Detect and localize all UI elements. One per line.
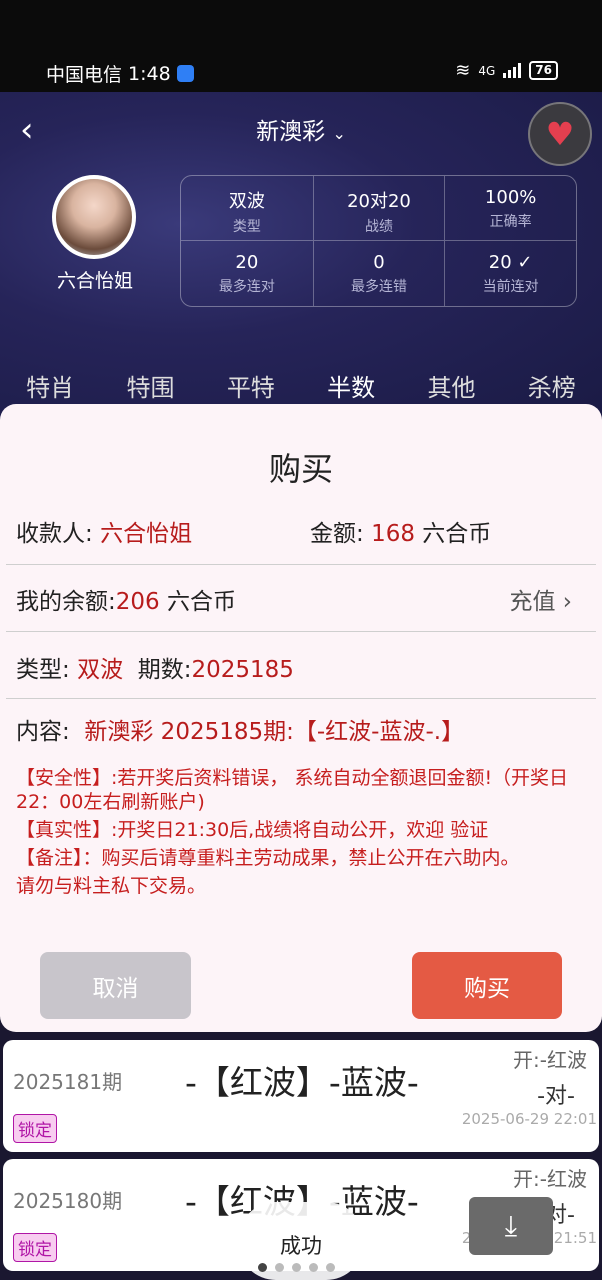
stat-record: 20对20 战绩 bbox=[312, 176, 445, 241]
category-tabs: 特肖 特围 平特 半数 其他 杀榜 bbox=[0, 368, 602, 403]
status-bar: 中国电信 1:48 ≋ 4G 76 bbox=[0, 0, 602, 92]
chevron-down-icon: ⌄ bbox=[332, 124, 346, 143]
heart-icon[interactable]: ♥ bbox=[528, 102, 592, 166]
dialog-title: 购买 bbox=[268, 450, 333, 488]
tab-1[interactable]: 特围 bbox=[126, 368, 174, 403]
payee-name: 六合怡姐 bbox=[100, 521, 193, 547]
stat-type: 双波 类型 bbox=[181, 176, 313, 241]
stat-max-win-streak: 20 最多连对 bbox=[218, 252, 275, 295]
author-name: 六合怡姐 bbox=[56, 270, 133, 292]
stats-grid: 双波 类型 20对20 战绩 100% 正确率 20 最多连对 0 最多连错 20 ✓ 当前… bbox=[180, 175, 577, 307]
tab-3[interactable]: 半数 bbox=[327, 368, 375, 403]
notice-text: 【安全性】:若开奖后资料错误， 系统自动全额退回金额!（开奖日22：00左右刷新… bbox=[16, 767, 569, 897]
buy-button[interactable]: 购买 bbox=[412, 952, 562, 1019]
tab-0[interactable]: 特肖 bbox=[26, 368, 74, 403]
lock-badge: 锁定 bbox=[13, 1114, 57, 1143]
lock-badge: 锁定 bbox=[13, 1233, 57, 1262]
tab-5[interactable]: 杀榜 bbox=[528, 368, 576, 403]
wifi-icon: ≋ bbox=[455, 60, 471, 81]
clock: 1:48 bbox=[128, 62, 171, 85]
amount-value: 168 bbox=[371, 521, 415, 547]
download-icon[interactable]: ⤓ bbox=[469, 1197, 553, 1255]
carrier-name: 中国电信 bbox=[46, 64, 123, 86]
status-right: ≋ 4G 76 bbox=[455, 60, 558, 81]
balance-row: 我的余额:206 六合币 bbox=[16, 589, 236, 615]
divider bbox=[6, 698, 596, 699]
divider bbox=[6, 631, 596, 632]
recharge-link[interactable]: 充值 › bbox=[509, 582, 572, 616]
list-item[interactable]: 2025181期 -【红波】-蓝波- 开:-红波 -对- 2025-06-29 … bbox=[3, 1040, 599, 1152]
type-row: 类型: 双波 期数:2025185 bbox=[16, 657, 294, 683]
shield-icon bbox=[176, 65, 194, 82]
chevron-right-icon: › bbox=[562, 589, 572, 615]
cancel-button[interactable]: 取消 bbox=[40, 952, 191, 1019]
amount-row: 金额: 168 六合币 bbox=[310, 521, 492, 547]
content-row: 内容: 新澳彩 2025185期:【-红波-蓝波-.】 bbox=[16, 719, 465, 745]
network-type: 4G bbox=[478, 63, 496, 78]
page-dots bbox=[258, 1263, 335, 1272]
payee-row: 收款人: 六合怡姐 bbox=[16, 521, 193, 547]
page-title[interactable]: 新澳彩 ⌄ bbox=[0, 112, 602, 146]
balance-value: 206 bbox=[115, 589, 160, 615]
status-left: 中国电信 1:48 bbox=[46, 60, 194, 87]
purchase-dialog: 购买 收款人: 六合怡姐 金额: 168 六合币 我的余额:206 六合币 充值… bbox=[0, 404, 602, 1032]
signal-icon bbox=[503, 63, 522, 78]
battery-icon: 76 bbox=[529, 61, 558, 80]
tab-2[interactable]: 平特 bbox=[227, 368, 275, 403]
stat-max-lose-streak: 0 最多连错 bbox=[312, 241, 445, 306]
content-value: 新澳彩 2025185期:【-红波-蓝波-.】 bbox=[84, 719, 465, 745]
master-header: ‹ 新澳彩 ⌄ ♥ 六合怡姐 双波 类型 20对20 战绩 100% 正确率 20 最多… bbox=[0, 92, 602, 422]
stat-current-streak: 20 ✓ 当前连对 bbox=[444, 241, 576, 306]
divider bbox=[6, 564, 596, 565]
tab-4[interactable]: 其他 bbox=[427, 368, 475, 403]
avatar[interactable] bbox=[52, 175, 136, 259]
stat-accuracy: 100% 正确率 bbox=[444, 176, 576, 241]
